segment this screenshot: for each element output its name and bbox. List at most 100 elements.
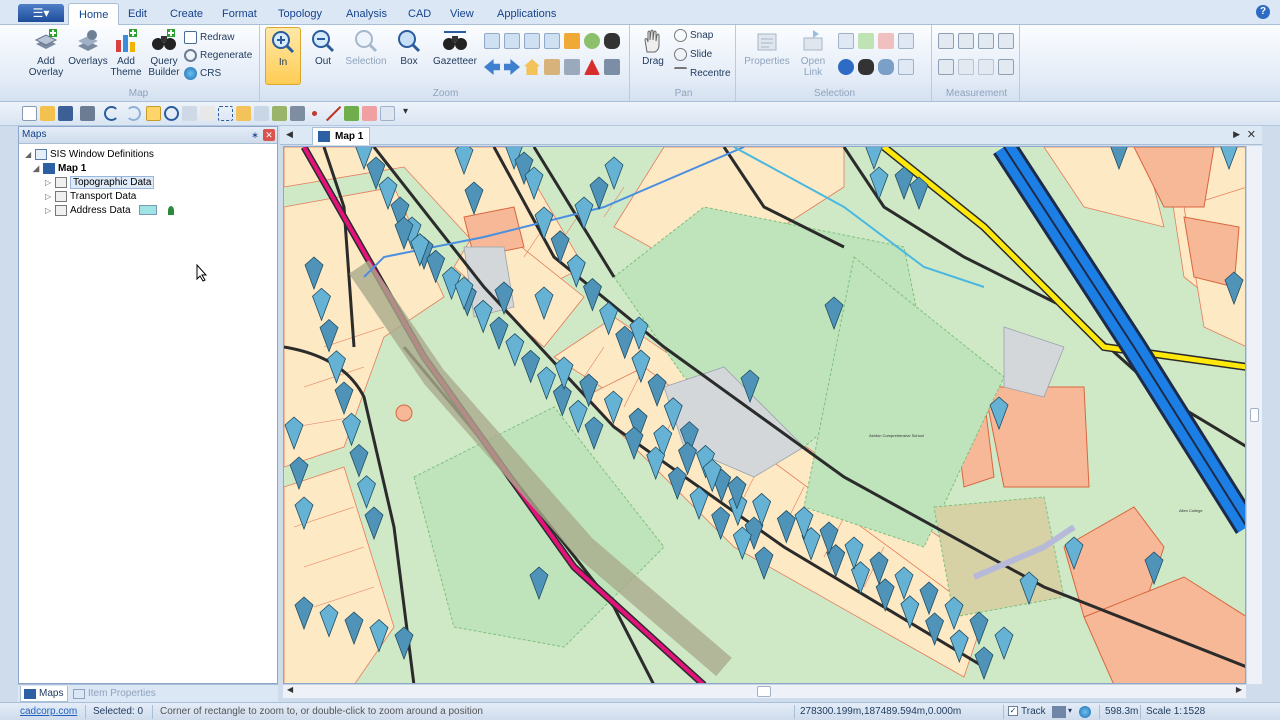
help-icon[interactable]: ? [1256,5,1270,19]
new-icon[interactable] [22,106,37,121]
tab-scroll-left-icon[interactable]: ◀ [286,129,293,140]
toolbar-line-icon[interactable] [326,106,341,121]
zoom-out-button[interactable]: Out [306,28,340,67]
toolbar-zoom-box-icon[interactable] [218,106,233,121]
tree-item-map-1[interactable]: ◢ Map 1 [33,162,86,175]
tab-maps[interactable]: Maps [20,686,69,702]
scroll-left-icon[interactable]: ◀ [287,685,293,694]
tree-item-address-data[interactable]: ▷ Address Data [45,204,175,217]
properties-button[interactable]: Properties [742,28,792,67]
toolbar-polygon-icon[interactable] [344,106,359,121]
measure-units-icon[interactable] [978,59,994,75]
measure-clear-icon[interactable] [958,59,974,75]
home-icon[interactable] [524,59,540,75]
select-add-icon[interactable] [858,33,874,49]
toolbar-pan-icon[interactable] [254,106,269,121]
measure-perimeter-icon[interactable] [938,59,954,75]
tab-analysis[interactable]: Analysis [336,3,397,25]
select-mode-icon[interactable] [898,59,914,75]
scroll-right-icon[interactable]: ▶ [1236,685,1242,694]
tab-create[interactable]: Create [160,3,213,25]
pin-icon[interactable]: ∗ [249,129,261,141]
zoom-world-icon[interactable] [584,33,600,49]
collapse-icon[interactable]: ◢ [33,162,43,175]
tab-item-properties[interactable]: Item Properties [70,686,156,702]
tab-home[interactable]: Home [68,3,120,26]
toolbar-home-icon[interactable] [236,106,251,121]
tab-scroll-right-icon[interactable]: ▶ [1233,129,1240,140]
zoom-all-icon[interactable] [524,33,540,49]
select-pointer-icon[interactable] [838,33,854,49]
toolbar-layer-icon[interactable] [272,106,287,121]
tab-cad[interactable]: CAD [398,3,441,25]
redo-icon[interactable] [126,106,141,121]
zoom-layer-icon[interactable] [564,33,580,49]
tree-item-topographic-data[interactable]: ▷ Topographic Data [45,176,155,189]
marker-icon[interactable] [584,59,600,75]
zoom-box-button[interactable]: Box [392,28,426,67]
snap-mode-icon[interactable] [1052,706,1066,718]
measure-point-icon[interactable] [998,33,1014,49]
toolbar-zoom-in-icon[interactable] [146,106,161,121]
add-theme-button[interactable]: Add Theme [108,28,144,78]
map-horizontal-scrollbar[interactable]: ◀ ▶ [283,684,1246,698]
add-overlay-button[interactable]: Add Overlay [24,28,68,78]
close-icon[interactable]: ✕ [263,129,275,141]
select-toggle-icon[interactable] [898,33,914,49]
tab-map-1[interactable]: Map 1 [312,127,371,145]
tab-edit[interactable]: Edit [118,3,157,25]
measure-angle-icon[interactable] [978,33,994,49]
zoom-window-icon[interactable] [504,33,520,49]
collapse-icon[interactable]: ◢ [25,148,35,161]
toolbar-overflow-icon[interactable]: ▾ [398,106,413,121]
measure-area-icon[interactable] [958,33,974,49]
open-link-button[interactable]: Open Link [794,28,832,78]
vertical-scroll-thumb[interactable] [1250,408,1259,422]
measure-options-icon[interactable] [998,59,1014,75]
open-folder-icon[interactable] [40,106,55,121]
redraw-button[interactable]: Redraw [184,29,234,47]
query-builder-button[interactable]: Query Builder [144,28,184,78]
tab-topology[interactable]: Topology [268,3,332,25]
bookmark-icon[interactable] [544,59,560,75]
select-links-icon[interactable] [878,59,894,75]
application-menu-button[interactable]: ☰▾ [18,4,64,22]
map-canvas[interactable]: Ashton Comprehensive School Allen Colleg… [283,146,1246,684]
track-checkbox[interactable]: ✓ [1008,706,1018,716]
zoom-find-icon[interactable] [604,33,620,49]
slide-button[interactable]: Slide [674,46,712,64]
print-icon[interactable] [80,106,95,121]
snap-button[interactable]: Snap [674,27,713,45]
scale-value[interactable]: 1528 [1183,706,1205,717]
drag-button[interactable]: Drag [636,28,670,67]
map-vertical-scrollbar[interactable] [1246,146,1262,684]
recentre-button[interactable]: Recentre [674,65,731,83]
toolbar-pointer-icon[interactable] [380,106,395,121]
horizontal-scroll-thumb[interactable] [757,686,771,697]
save-icon[interactable] [58,106,73,121]
zoom-scale-icon[interactable] [544,33,560,49]
toolbar-table-icon[interactable] [182,106,197,121]
undo-icon[interactable] [104,106,119,121]
tree-root[interactable]: ◢ SIS Window Definitions [25,148,154,161]
expand-icon[interactable]: ▷ [45,204,55,217]
tree-item-transport-data[interactable]: ▷ Transport Data [45,190,136,203]
measure-line-icon[interactable] [938,33,954,49]
expand-icon[interactable]: ▷ [45,176,55,189]
expand-icon[interactable]: ▷ [45,190,55,203]
overlays-button[interactable]: Overlays [68,28,108,67]
globe-status-icon[interactable] [1079,706,1091,718]
zoom-selection-button[interactable]: Selection [344,28,388,67]
toolbar-point-icon[interactable] [312,111,317,116]
tab-view[interactable]: View [440,3,484,25]
toolbar-select-icon[interactable] [290,106,305,121]
website-link[interactable]: cadcorp.com [20,706,77,717]
back-arrow-icon[interactable] [484,59,500,75]
zoom-tool-icon[interactable] [604,59,620,75]
select-remove-icon[interactable] [878,33,894,49]
close-map-icon[interactable]: ✕ [1247,128,1256,141]
crs-button[interactable]: CRS [184,65,221,83]
zoom-extent-icon[interactable] [484,33,500,49]
snap-dropdown-icon[interactable]: ▾ [1068,706,1072,715]
zoom-in-button[interactable]: In [265,27,301,85]
